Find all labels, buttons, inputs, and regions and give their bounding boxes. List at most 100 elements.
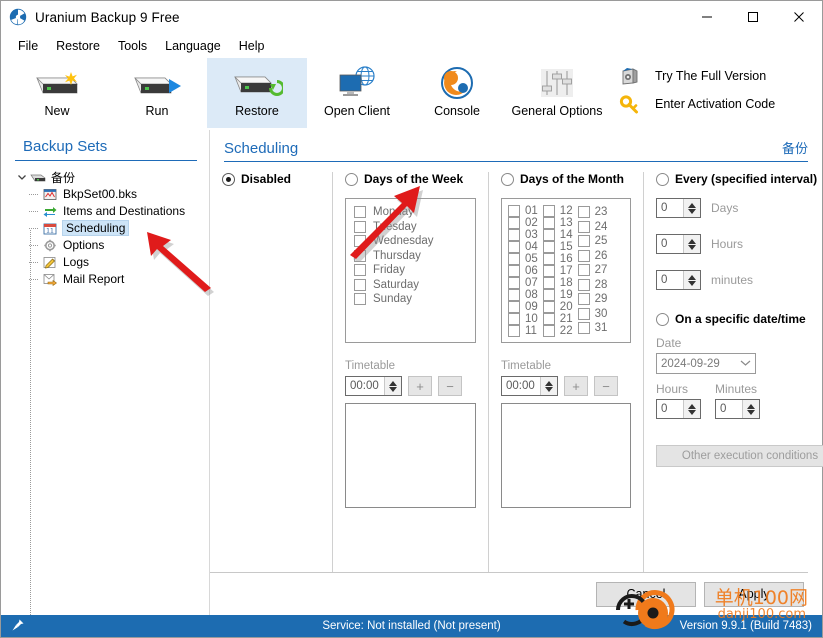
checkbox-day-30[interactable]: 30	[577, 307, 607, 322]
checkbox-sunday[interactable]: Sunday	[354, 292, 467, 307]
specific-hours-spinner[interactable]: 0	[656, 399, 701, 419]
radio-disabled[interactable]: Disabled	[222, 172, 320, 186]
menu-file[interactable]: File	[9, 36, 47, 56]
checkbox-day-17[interactable]: 17	[542, 265, 573, 277]
checkbox-friday[interactable]: Friday	[354, 263, 467, 278]
checkbox-day-18[interactable]: 18	[542, 277, 573, 289]
specific-hours-spinner-buttons[interactable]	[683, 400, 700, 418]
toolbar-general-options-button[interactable]: General Options	[507, 58, 607, 128]
interval-days-spinner[interactable]: 0	[656, 198, 701, 218]
checkbox-day-15[interactable]: 15	[542, 241, 573, 253]
checkbox-day-20[interactable]: 20	[542, 301, 573, 313]
enter-activation-code-link[interactable]: Enter Activation Code	[617, 94, 775, 114]
toolbar-new-button[interactable]: New	[7, 58, 107, 128]
checkbox-day-31[interactable]: 31	[577, 321, 607, 336]
other-execution-conditions-button[interactable]: Other execution conditions	[656, 445, 823, 467]
checkbox-day-10[interactable]: 10	[508, 313, 538, 325]
spinner-up-icon[interactable]	[545, 380, 553, 386]
month-time-spinner-buttons[interactable]	[540, 377, 557, 395]
monthday-listbox[interactable]: 01 02 03 04 05 06 07 08 09 10 11 12 13 1…	[501, 198, 631, 343]
checkbox-wednesday[interactable]: Wednesday	[354, 234, 467, 249]
interval-hours-spinner-buttons[interactable]	[683, 235, 700, 253]
toolbar-run-button[interactable]: Run	[107, 58, 207, 128]
sidebar-item-scheduling[interactable]: 11 Scheduling	[9, 220, 209, 236]
menu-tools[interactable]: Tools	[109, 36, 156, 56]
close-button[interactable]	[776, 1, 822, 32]
checkbox-day-02[interactable]: 02	[508, 217, 538, 229]
sidebar-item-options[interactable]: Options	[9, 237, 209, 253]
checkbox-monday[interactable]: Monday	[354, 205, 467, 220]
chevron-down-icon[interactable]	[15, 172, 29, 182]
checkbox-day-23[interactable]: 23	[577, 205, 607, 220]
checkbox-day-11[interactable]: 11	[508, 325, 538, 337]
checkbox-day-08[interactable]: 08	[508, 289, 538, 301]
interval-minutes-spinner-buttons[interactable]	[683, 271, 700, 289]
spinner-down-icon[interactable]	[747, 409, 755, 415]
spinner-down-icon[interactable]	[688, 280, 696, 286]
menu-restore[interactable]: Restore	[47, 36, 109, 56]
maximize-button[interactable]	[730, 1, 776, 32]
tree-root-item[interactable]: 备份	[9, 169, 209, 185]
weekday-listbox[interactable]: Monday Tuesday Wednesday Thursday Friday…	[345, 198, 476, 343]
specific-minutes-spinner[interactable]: 0	[715, 399, 760, 419]
interval-days-spinner-buttons[interactable]	[683, 199, 700, 217]
checkbox-day-26[interactable]: 26	[577, 249, 607, 264]
checkbox-thursday[interactable]: Thursday	[354, 249, 467, 264]
spinner-up-icon[interactable]	[688, 202, 696, 208]
week-timetable-list[interactable]	[345, 403, 476, 508]
minimize-button[interactable]	[684, 1, 730, 32]
spinner-down-icon[interactable]	[688, 409, 696, 415]
spinner-up-icon[interactable]	[747, 403, 755, 409]
menu-help[interactable]: Help	[230, 36, 274, 56]
sidebar-item-logs[interactable]: Logs	[9, 254, 209, 270]
checkbox-day-16[interactable]: 16	[542, 253, 573, 265]
checkbox-day-09[interactable]: 09	[508, 301, 538, 313]
try-full-version-link[interactable]: Try The Full Version	[617, 66, 775, 86]
cancel-button[interactable]: Cancel	[596, 581, 696, 607]
interval-hours-spinner[interactable]: 0	[656, 234, 701, 254]
week-time-spinner[interactable]: 00:00	[345, 376, 402, 396]
checkbox-day-27[interactable]: 27	[577, 263, 607, 278]
month-time-spinner[interactable]: 00:00	[501, 376, 558, 396]
sidebar-item-bkpset00[interactable]: BkpSet00.bks	[9, 186, 209, 202]
spinner-up-icon[interactable]	[688, 274, 696, 280]
radio-days-of-month[interactable]: Days of the Month	[501, 172, 631, 186]
week-time-spinner-buttons[interactable]	[384, 377, 401, 395]
checkbox-day-05[interactable]: 05	[508, 253, 538, 265]
toolbar-restore-button[interactable]: Restore	[207, 58, 307, 128]
spinner-up-icon[interactable]	[688, 403, 696, 409]
checkbox-day-28[interactable]: 28	[577, 278, 607, 293]
radio-every-interval[interactable]: Every (specified interval)	[656, 172, 823, 186]
checkbox-day-07[interactable]: 07	[508, 277, 538, 289]
date-picker[interactable]: 2024-09-29	[656, 353, 756, 374]
interval-minutes-spinner[interactable]: 0	[656, 270, 701, 290]
month-timetable-list[interactable]	[501, 403, 631, 508]
spinner-down-icon[interactable]	[688, 208, 696, 214]
checkbox-day-22[interactable]: 22	[542, 325, 573, 337]
sidebar-item-mail-report[interactable]: Mail Report	[9, 271, 209, 287]
month-remove-time-button[interactable]: −	[594, 376, 618, 396]
checkbox-day-19[interactable]: 19	[542, 289, 573, 301]
checkbox-day-06[interactable]: 06	[508, 265, 538, 277]
spinner-down-icon[interactable]	[389, 386, 397, 392]
checkbox-tuesday[interactable]: Tuesday	[354, 220, 467, 235]
checkbox-day-04[interactable]: 04	[508, 241, 538, 253]
spinner-down-icon[interactable]	[688, 244, 696, 250]
checkbox-saturday[interactable]: Saturday	[354, 278, 467, 293]
checkbox-day-12[interactable]: 12	[542, 205, 573, 217]
chevron-down-icon[interactable]	[740, 358, 751, 370]
spinner-up-icon[interactable]	[389, 380, 397, 386]
checkbox-day-03[interactable]: 03	[508, 229, 538, 241]
checkbox-day-13[interactable]: 13	[542, 217, 573, 229]
toolbar-console-button[interactable]: Console	[407, 58, 507, 128]
radio-specific-datetime[interactable]: On a specific date/time	[656, 312, 823, 326]
radio-days-of-week[interactable]: Days of the Week	[345, 172, 476, 186]
week-remove-time-button[interactable]: −	[438, 376, 462, 396]
checkbox-day-01[interactable]: 01	[508, 205, 538, 217]
menu-language[interactable]: Language	[156, 36, 230, 56]
checkbox-day-21[interactable]: 21	[542, 313, 573, 325]
spinner-down-icon[interactable]	[545, 386, 553, 392]
sidebar-item-items-and-destinations[interactable]: Items and Destinations	[9, 203, 209, 219]
apply-button[interactable]: Apply	[704, 581, 804, 607]
month-add-time-button[interactable]: +	[564, 376, 588, 396]
